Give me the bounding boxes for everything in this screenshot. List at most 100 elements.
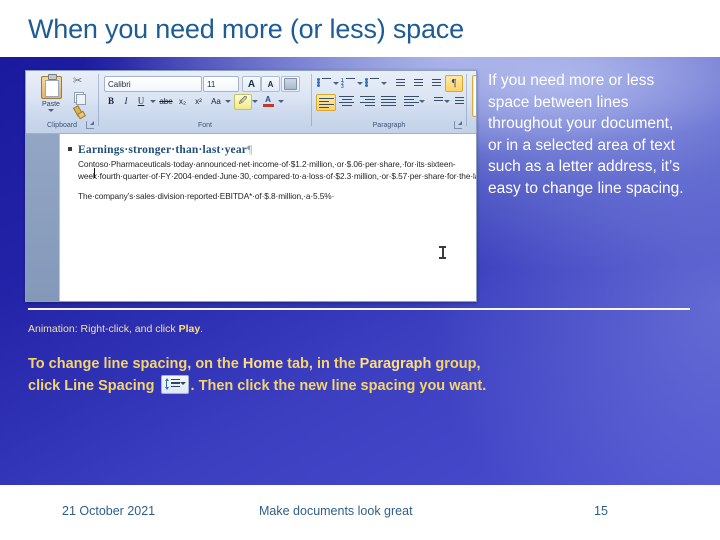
bold-button[interactable]: B <box>104 94 118 108</box>
animation-note: Animation: Right-click, and click Play. <box>28 322 528 336</box>
shading-button[interactable] <box>428 94 444 108</box>
line-spacing-dropdown[interactable] <box>418 94 425 108</box>
shading-icon <box>429 96 444 106</box>
sort-button[interactable] <box>426 76 443 90</box>
ribbon-group-label-font: Font <box>197 122 212 129</box>
bullets-button[interactable] <box>316 76 333 90</box>
style-normal-button[interactable]: AaB ¶ <box>472 75 476 117</box>
chevron-down-icon <box>380 81 387 85</box>
animation-note-suffix: . <box>200 323 204 335</box>
word-ribbon: Paste Clipboard Calibri 11 <box>26 71 476 134</box>
horizontal-divider <box>28 308 690 310</box>
text-highlight-dropdown[interactable] <box>251 94 259 108</box>
numbering-dropdown[interactable] <box>356 76 363 90</box>
align-left-button[interactable] <box>316 94 336 111</box>
align-left-icon <box>318 97 334 108</box>
line-spacing-icon <box>160 375 189 394</box>
increase-indent-button[interactable] <box>408 76 425 90</box>
clear-formatting-icon <box>284 78 297 90</box>
format-painter-icon[interactable] <box>73 105 86 118</box>
document-paragraph-1: Contoso·Pharmaceuticals·today·announced·… <box>78 159 476 182</box>
shading-dropdown[interactable] <box>443 94 450 108</box>
change-case-dropdown[interactable] <box>224 94 232 108</box>
animation-note-bold: Play <box>178 323 201 335</box>
font-size-value: 11 <box>207 79 216 89</box>
cut-icon[interactable] <box>73 74 86 89</box>
word-document-area: Earnings·stronger·than·last·year¶ Contos… <box>26 134 476 301</box>
font-color-button[interactable]: A <box>260 94 276 108</box>
decrease-indent-icon <box>391 78 406 88</box>
align-center-button[interactable] <box>337 94 355 108</box>
subscript-button[interactable]: x₂ <box>175 94 190 108</box>
align-right-icon <box>359 96 375 106</box>
show-formatting-marks-button[interactable]: ¶ <box>445 75 463 92</box>
instruction-part-4: . Then click the new line spacing you wa… <box>190 378 487 394</box>
superscript-button[interactable]: x² <box>191 94 206 108</box>
bold-label: B <box>107 96 114 106</box>
change-case-button[interactable]: Aa <box>207 94 225 108</box>
footer-slide-number: 15 <box>594 504 608 518</box>
slide-footer: 21 October 2021 Make documents look grea… <box>0 485 720 540</box>
chevron-down-icon <box>225 99 231 103</box>
underline-button[interactable]: U <box>134 94 148 108</box>
italic-button[interactable]: I <box>119 94 133 108</box>
font-color-dropdown[interactable] <box>277 94 285 108</box>
word-window-screenshot: Paste Clipboard Calibri 11 <box>25 70 477 302</box>
mouse-ibeam-pointer <box>439 246 446 259</box>
multilevel-list-icon <box>365 78 380 88</box>
chevron-down-icon <box>179 382 186 385</box>
subscript-label: x₂ <box>178 96 187 106</box>
increase-indent-icon <box>409 78 424 88</box>
clipboard-dialog-launcher-icon[interactable] <box>86 121 94 129</box>
paste-button-label: Paste <box>42 101 60 108</box>
clear-formatting-button[interactable] <box>281 76 300 92</box>
borders-icon <box>450 96 464 106</box>
instruction-bold-home: Home <box>242 356 284 372</box>
word-document-page[interactable]: Earnings·stronger·than·last·year¶ Contos… <box>59 134 476 301</box>
footer-title: Make documents look great <box>259 504 413 518</box>
font-name-value: Calibri <box>108 79 131 89</box>
line-spacing-icon <box>403 96 419 106</box>
font-size-combo[interactable]: 11 <box>203 76 239 92</box>
pilcrow-icon: ¶ <box>451 78 457 89</box>
ribbon-separator <box>466 74 467 126</box>
multilevel-list-dropdown[interactable] <box>380 76 387 90</box>
numbering-button[interactable]: 123 <box>340 76 357 90</box>
grow-font-button[interactable]: A <box>242 76 261 92</box>
underline-dropdown[interactable] <box>149 94 157 108</box>
sort-icon <box>427 78 442 88</box>
decrease-indent-button[interactable] <box>390 76 407 90</box>
change-case-label: Aa <box>211 96 221 106</box>
underline-label: U <box>137 96 145 106</box>
chevron-down-icon <box>150 99 156 103</box>
callout-text: If you need more or less space between l… <box>488 72 684 197</box>
bullets-dropdown[interactable] <box>332 76 339 90</box>
strikethrough-button[interactable]: abe <box>158 94 174 108</box>
paragraph-bullet-marker <box>68 147 72 151</box>
align-right-button[interactable] <box>358 94 376 108</box>
copy-icon[interactable] <box>73 91 86 105</box>
spacing-lines-icon <box>170 379 180 389</box>
text-highlight-button[interactable]: 🖉 <box>234 94 252 110</box>
strikethrough-label: abe <box>159 96 173 106</box>
paste-button[interactable]: Paste <box>34 74 68 119</box>
italic-label: I <box>124 96 128 106</box>
document-heading-text: Earnings·stronger·than·last·year <box>78 144 248 156</box>
ribbon-separator <box>311 74 312 126</box>
footer-date: 21 October 2021 <box>62 504 156 518</box>
justify-button[interactable] <box>379 94 397 108</box>
chevron-down-icon <box>356 81 363 85</box>
superscript-label: x² <box>195 96 202 106</box>
ribbon-group-label-paragraph: Paragraph <box>372 122 406 129</box>
paragraph-dialog-launcher-icon[interactable] <box>454 121 462 129</box>
document-paragraph-2-text: The·company’s·sales·division·reported·EB… <box>78 191 335 202</box>
document-paragraph-2: The·company’s·sales·division·reported·EB… <box>78 191 470 203</box>
chevron-down-icon <box>418 99 425 103</box>
grow-font-label: A <box>247 78 256 90</box>
shrink-font-button[interactable]: A <box>261 76 280 92</box>
font-name-combo[interactable]: Calibri <box>104 76 202 92</box>
borders-button[interactable] <box>450 94 464 108</box>
ribbon-group-clipboard: Paste Clipboard <box>28 72 96 130</box>
justify-icon <box>380 96 396 106</box>
multilevel-list-button[interactable] <box>364 76 381 90</box>
